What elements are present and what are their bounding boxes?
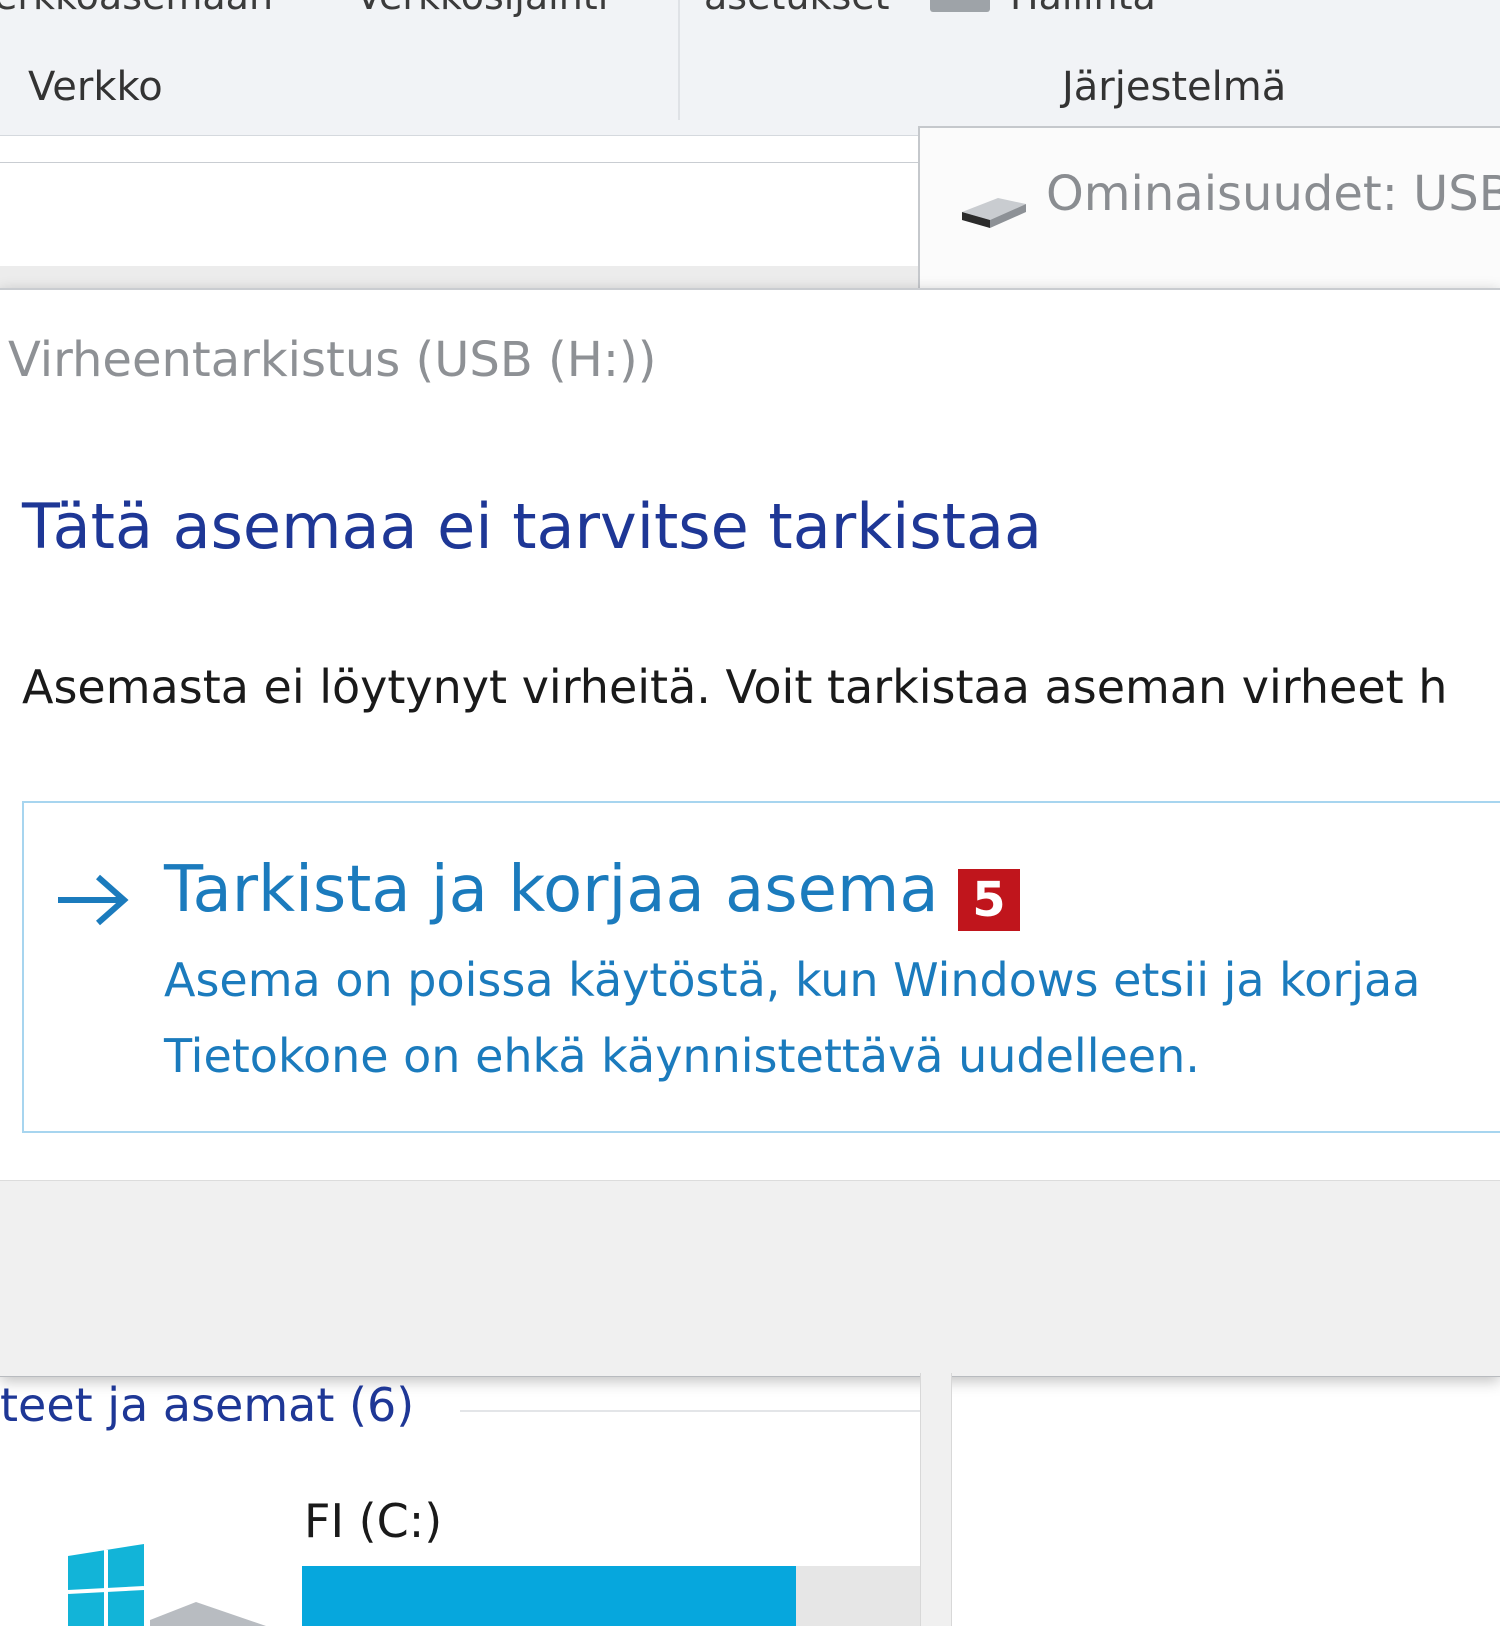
properties-title: Ominaisuudet: USB: [1046, 166, 1500, 222]
scan-and-repair-button[interactable]: Tarkista ja korjaa asema 5 Asema on pois…: [22, 801, 1500, 1133]
windows-drive-icon: [67, 1544, 266, 1626]
dialog-title: Virheentarkistus (USB (H:)): [8, 332, 657, 388]
scan-and-repair-description-line2: Tietokone on ehkä käynnistettävä uudelle…: [164, 1029, 1200, 1083]
scan-and-repair-label: Tarkista ja korjaa asema: [164, 853, 939, 927]
dialog-heading: Tätä asemaa ei tarvitse tarkistaa: [22, 490, 1042, 563]
ribbon-item-settings[interactable]: asetukset: [704, 0, 890, 18]
pane-splitter[interactable]: [920, 1373, 952, 1626]
error-check-dialog: Virheentarkistus (USB (H:)) Tätä asemaa …: [0, 288, 1500, 1377]
group-divider: [460, 1410, 920, 1412]
arrow-right-icon: [58, 874, 129, 926]
ribbon-item-map-network-drive[interactable]: erkkoasemaan: [0, 0, 273, 18]
drive-c-label[interactable]: FI (C:): [304, 1494, 442, 1548]
ribbon-group-system: Järjestelmä: [1062, 64, 1287, 110]
scan-and-repair-description-line1: Asema on poissa käytöstä, kun Windows et…: [164, 953, 1421, 1007]
manage-icon: [930, 0, 990, 12]
dialog-footer: [0, 1180, 1500, 1376]
address-bar-edge: [0, 266, 920, 289]
dialog-message: Asemasta ei löytynyt virheitä. Voit tark…: [22, 660, 1448, 714]
usb-drive-icon: [962, 198, 1026, 228]
ribbon: erkkoasemaan Verkkosijainti asetukset Ha…: [0, 0, 1500, 136]
address-bar[interactable]: [0, 162, 920, 268]
ribbon-group-network: Verkko: [28, 64, 163, 110]
devices-and-drives-header[interactable]: teet ja asemat (6): [0, 1378, 414, 1432]
ribbon-item-manage[interactable]: Hallinta: [1010, 0, 1156, 18]
drive-usage-fill: [302, 1566, 797, 1626]
ribbon-separator: [678, 0, 680, 120]
properties-window: Ominaisuudet: USB: [918, 126, 1500, 298]
ribbon-item-add-network-location[interactable]: Verkkosijainti: [356, 0, 608, 18]
step-number-badge: 5: [958, 869, 1020, 931]
drive-usage-bar: [302, 1566, 920, 1626]
